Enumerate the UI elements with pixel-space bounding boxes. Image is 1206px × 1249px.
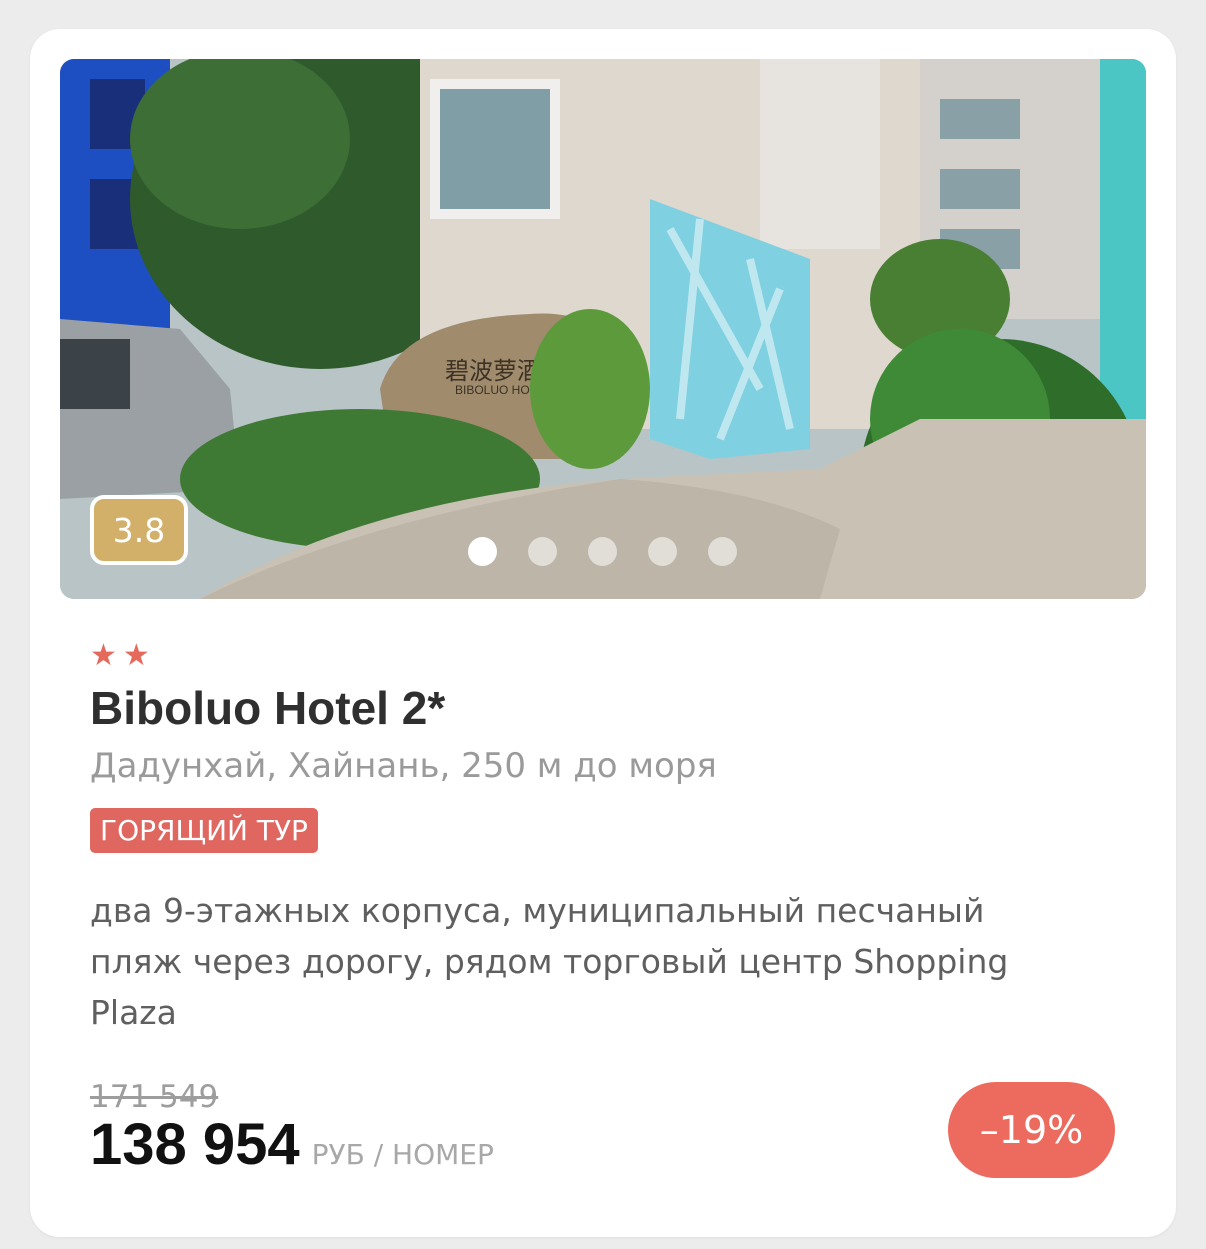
hotel-photo: 碧波萝酒店 BIBOLUO HOTEL bbox=[60, 59, 1146, 599]
carousel-dot-2[interactable] bbox=[528, 537, 557, 566]
carousel-dot-5[interactable] bbox=[708, 537, 737, 566]
carousel-dot-4[interactable] bbox=[648, 537, 677, 566]
hotel-stars: ★ ★ bbox=[90, 641, 150, 671]
star-icon: ★ bbox=[90, 638, 117, 673]
price-row: 138 954 РУБ / НОМЕР bbox=[90, 1111, 494, 1178]
hotel-photo-carousel[interactable]: 碧波萝酒店 BIBOLUO HOTEL 3.8 bbox=[60, 59, 1146, 599]
carousel-dot-1[interactable] bbox=[468, 537, 497, 566]
carousel-dot-3[interactable] bbox=[588, 537, 617, 566]
discount-badge: –19% bbox=[948, 1082, 1115, 1178]
hotel-name[interactable]: Biboluo Hotel 2* bbox=[90, 681, 445, 735]
star-icon: ★ bbox=[122, 638, 150, 673]
price-unit: РУБ / НОМЕР bbox=[311, 1138, 494, 1171]
hotel-location: Дадунхай, Хайнань, 250 м до моря bbox=[90, 746, 717, 786]
hot-tour-badge: ГОРЯЩИЙ ТУР bbox=[90, 808, 318, 853]
hotel-description: два 9-этажных корпуса, муниципальный пес… bbox=[90, 891, 1009, 1032]
current-price: 138 954 bbox=[90, 1112, 300, 1177]
old-price: 171 549 bbox=[90, 1079, 219, 1115]
rating-badge: 3.8 bbox=[90, 495, 188, 565]
hotel-card[interactable]: 碧波萝酒店 BIBOLUO HOTEL 3.8 ★ ★ Biboluo Hote… bbox=[30, 29, 1176, 1237]
carousel-dots bbox=[468, 537, 737, 566]
